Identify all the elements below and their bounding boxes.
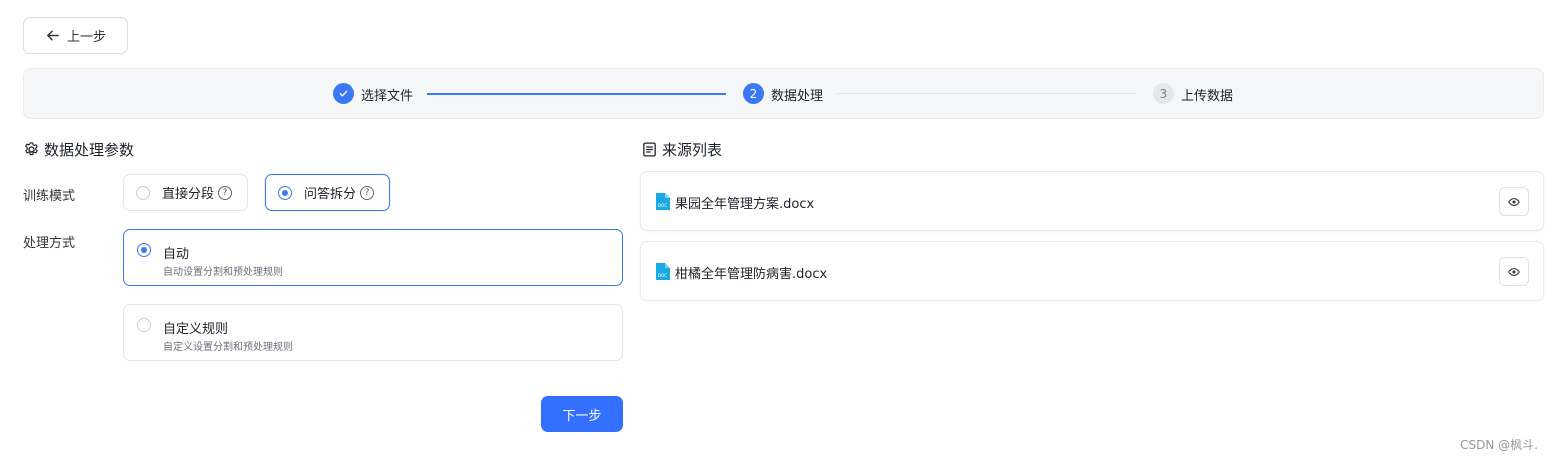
training-mode-direct-option[interactable]: 直接分段 ? [123,174,248,211]
docx-file-icon: DOC [656,193,670,210]
radio-custom[interactable] [137,318,151,332]
step-3-number: 3 [1153,83,1174,104]
file-item: DOC 柑橘全年管理防病害.docx [640,241,1544,301]
step-1-check-icon [333,83,354,104]
watermark: CSDN @枫斗. [1460,438,1538,452]
svg-text:DOC: DOC [658,273,667,278]
custom-option-title: 自定义规则 [163,322,229,337]
eye-icon [1508,197,1520,206]
preview-button[interactable] [1499,257,1529,286]
file-item: DOC 果园全年管理方案.docx [640,171,1544,231]
training-mode-label: 训练模式 [23,189,76,204]
file-name: 果园全年管理方案.docx [675,197,815,212]
processing-method-label: 处理方式 [23,236,76,251]
radio-qa[interactable] [278,185,292,200]
radio-auto[interactable] [137,243,151,257]
step-connector-2 [837,93,1136,94]
help-icon[interactable]: ? [218,185,233,200]
docx-file-icon: DOC [656,263,670,280]
preview-button[interactable] [1499,187,1529,216]
training-mode-qa-option[interactable]: 问答拆分 ? [265,174,390,211]
source-section-title: 来源列表 [641,139,722,160]
back-button-label: 上一步 [66,30,106,45]
gear-icon [25,142,38,156]
arrow-left-icon [47,30,59,41]
processing-custom-option[interactable]: 自定义规则 自定义设置分割和预处理规则 [123,304,623,361]
list-doc-icon [643,142,656,157]
custom-option-desc: 自定义设置分割和预处理规则 [163,342,293,353]
params-section-title: 数据处理参数 [23,139,134,160]
qa-split-label: 问答拆分 [304,187,357,202]
eye-icon [1508,267,1520,276]
auto-option-desc: 自动设置分割和预处理规则 [163,267,283,278]
next-button[interactable]: 下一步 [541,396,623,432]
step-2-number: 2 [743,83,764,104]
direct-segment-label: 直接分段 [162,187,215,202]
radio-direct[interactable] [136,185,150,200]
step-3-label: 上传数据 [1181,89,1234,104]
stepper: 选择文件 2 数据处理 3 上传数据 [23,68,1544,119]
help-icon[interactable]: ? [360,185,375,200]
back-button[interactable]: 上一步 [23,17,128,54]
step-1-label: 选择文件 [361,89,414,104]
step-2-label: 数据处理 [771,89,824,104]
processing-auto-option[interactable]: 自动 自动设置分割和预处理规则 [123,229,623,286]
auto-option-title: 自动 [163,247,190,262]
step-connector-1 [427,93,726,95]
svg-text:DOC: DOC [658,203,667,208]
file-name: 柑橘全年管理防病害.docx [675,267,828,282]
